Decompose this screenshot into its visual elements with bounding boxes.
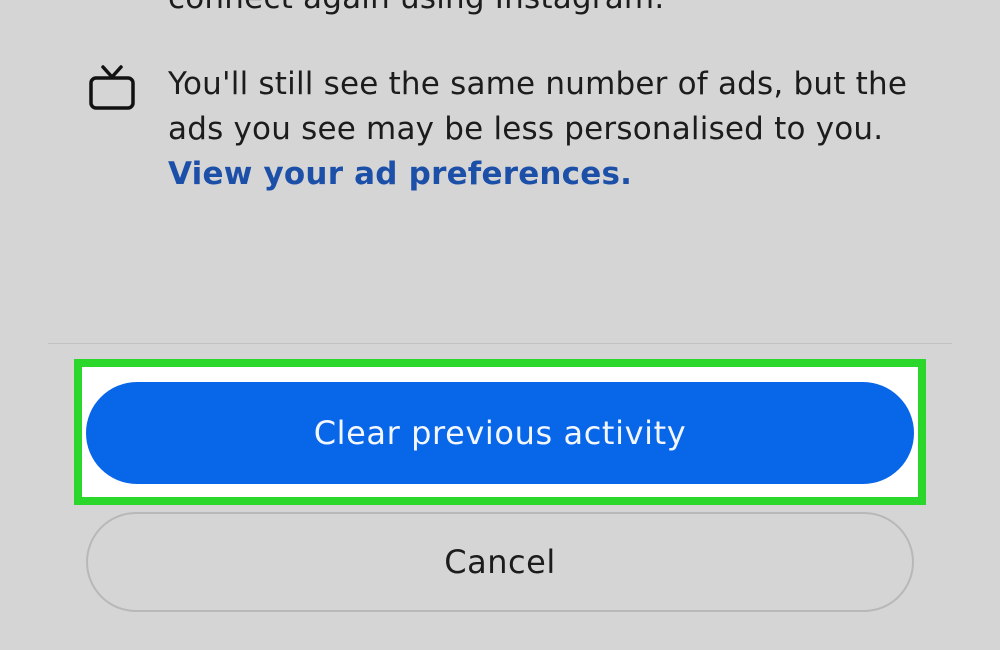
cancel-button[interactable]: Cancel — [86, 512, 914, 612]
view-ad-preferences-link[interactable]: View your ad preferences. — [168, 156, 632, 192]
ads-info-text: You'll still see the same number of ads,… — [168, 62, 948, 197]
clear-previous-activity-button[interactable]: Clear previous activity — [86, 382, 914, 484]
ads-info-body: You'll still see the same number of ads,… — [168, 66, 908, 147]
tv-icon — [88, 64, 136, 112]
clear-activity-dialog: connect again using Instagram. You'll st… — [0, 0, 1000, 650]
previous-item-text: connect again using Instagram. — [168, 0, 664, 20]
divider — [48, 343, 952, 344]
